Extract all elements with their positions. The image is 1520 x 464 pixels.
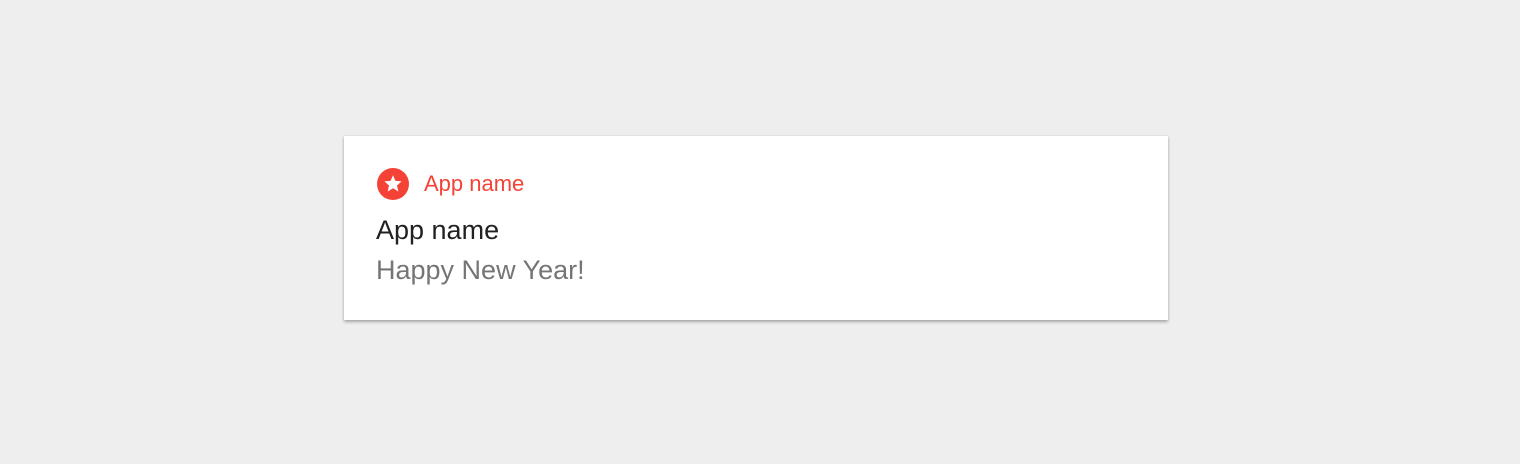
notification-message: Happy New Year!	[376, 255, 585, 285]
star-icon	[377, 168, 409, 200]
app-name-label: App name	[424, 171, 525, 196]
notification-title: App name	[376, 215, 500, 245]
notification-card[interactable]: App name App name Happy New Year!	[344, 136, 1168, 320]
notification-header: App name	[377, 168, 524, 200]
